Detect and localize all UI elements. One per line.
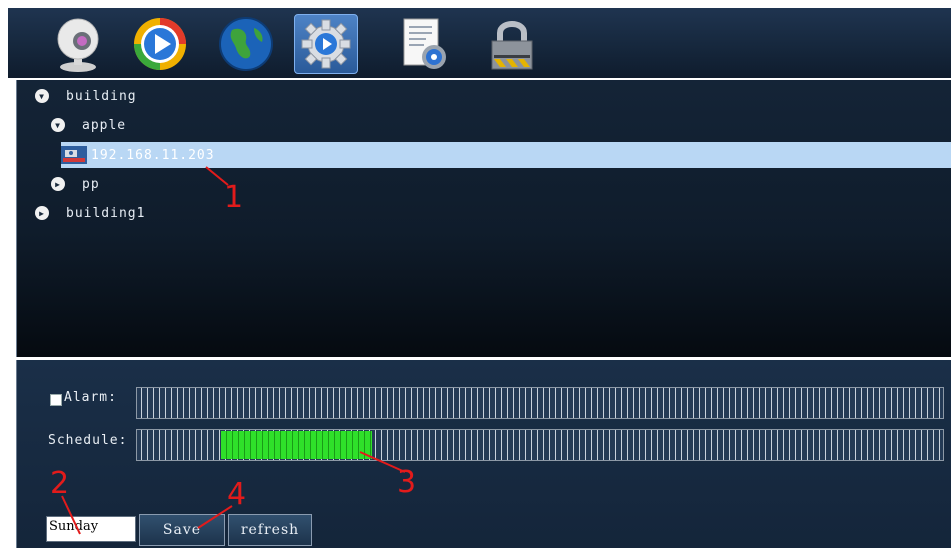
chevron-down-icon[interactable]: ▼ <box>35 89 49 103</box>
tree-node-label: 192.168.11.203 <box>91 147 215 163</box>
alarm-label: Alarm: <box>64 390 117 405</box>
globe-icon[interactable] <box>214 14 278 74</box>
tree-node-building1[interactable]: ▶ building1 <box>35 200 145 226</box>
chevron-right-icon[interactable]: ▶ <box>51 177 65 191</box>
tree-node-label: apple <box>82 117 127 133</box>
toolbar <box>8 8 951 78</box>
app-window: ▼ building ▼ apple 192.168.11.203 ▶ pp ▶… <box>0 0 951 548</box>
tree-node-apple[interactable]: ▼ apple <box>51 112 126 138</box>
tree-node-building[interactable]: ▼ building <box>35 83 137 109</box>
day-field[interactable]: Sunday <box>46 516 136 542</box>
tree-node-label: pp <box>82 176 100 192</box>
chevron-down-icon[interactable]: ▼ <box>51 118 65 132</box>
tree-node-pp[interactable]: ▶ pp <box>51 171 100 197</box>
camera-device-icon <box>61 146 87 164</box>
alarm-time-bar[interactable] <box>136 387 944 419</box>
tree-node-label: building1 <box>66 205 146 221</box>
tree-node-label: building <box>66 88 137 104</box>
schedule-label: Schedule: <box>48 433 128 448</box>
annotation-1: 1 <box>224 180 244 215</box>
annotation-3: 3 <box>397 465 417 500</box>
gear-icon[interactable] <box>294 14 358 74</box>
webcam-icon[interactable] <box>46 14 110 74</box>
annotation-2: 2 <box>50 466 70 501</box>
settings-document-icon[interactable] <box>392 14 456 74</box>
play-icon[interactable] <box>128 14 192 74</box>
chevron-right-icon[interactable]: ▶ <box>35 206 49 220</box>
schedule-time-bar[interactable] <box>136 429 944 461</box>
lock-icon[interactable] <box>480 14 544 74</box>
device-tree: ▼ building ▼ apple 192.168.11.203 ▶ pp ▶… <box>16 80 951 357</box>
tree-node-camera-selected[interactable]: 192.168.11.203 <box>61 142 951 168</box>
refresh-button[interactable]: refresh <box>228 514 312 546</box>
annotation-4: 4 <box>227 477 247 512</box>
save-button[interactable]: Save <box>139 514 225 546</box>
alarm-checkbox[interactable] <box>50 394 62 406</box>
schedule-active-range[interactable] <box>221 431 372 459</box>
